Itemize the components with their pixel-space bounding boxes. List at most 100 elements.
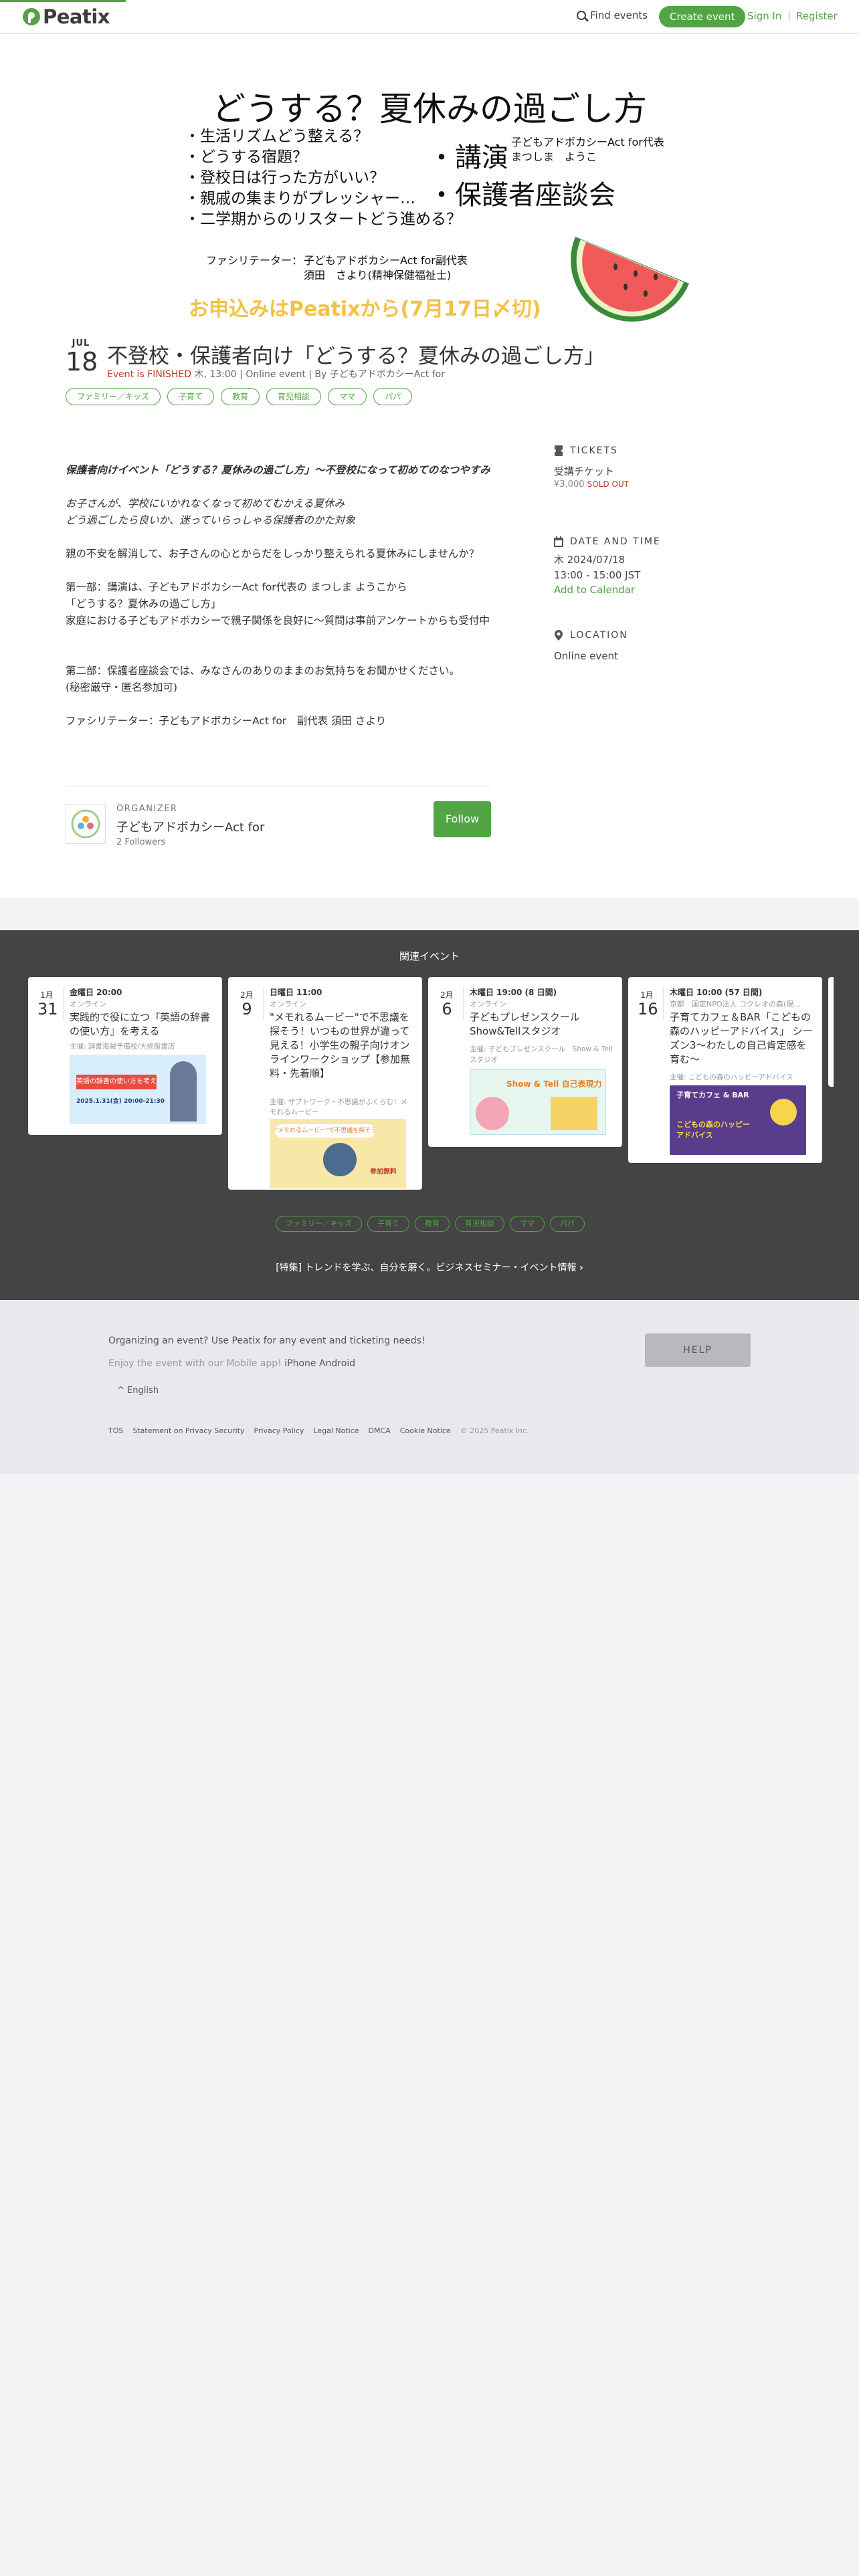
card-title: "メモれるムービー"で不思議を探そう！いつもの世界が違って見える！小学生の親子向…	[270, 1011, 411, 1079]
related-tag[interactable]: 育児相談	[455, 1216, 504, 1232]
ticket-price: ¥3,000	[554, 479, 585, 490]
iphone-label: iPhone	[284, 1358, 316, 1369]
card-place: オンライン	[270, 1000, 306, 1008]
android-app-link[interactable]: Android	[319, 1358, 355, 1369]
banner-question-list: ・生活リズムどう整える？ ・どうする宿題？ ・登校日は行った方がいい？ ・親戚の…	[185, 126, 462, 230]
event-tag[interactable]: 教育	[221, 388, 260, 405]
card-thumbnail: 子育てカフェ & BAR こどもの森のハッピーアドバイス	[670, 1085, 806, 1155]
person-figure	[170, 1061, 197, 1121]
event-tag[interactable]: 子育て	[167, 388, 215, 405]
location-heading: LOCATION	[554, 630, 628, 641]
watermelon-illustration	[571, 237, 689, 322]
event-day: 18	[66, 347, 98, 377]
ticket-icon	[554, 445, 563, 456]
register-link[interactable]: Register	[796, 10, 838, 22]
card-month: 2月	[440, 990, 454, 1000]
related-event-card[interactable]: 2月 6 木曜日 19:00 (8 日間) オンライン 子どもプレゼンスクール S…	[428, 977, 622, 1147]
description-line: ファシリテーター：子どもアドボカシーAct for 副代表 須田 さより	[66, 715, 387, 727]
event-title: 不登校・保護者向け「どうする？夏休みの過ごし方」	[107, 344, 605, 368]
organizer-logo-image	[71, 809, 100, 839]
card-month: 1月	[40, 990, 54, 1000]
card-thumb-text: 英語の辞書の使い方を考える	[76, 1075, 157, 1100]
card-host: 主催: 子どもプレゼンスクール Show & Tellスタジオ	[470, 1045, 613, 1064]
card-divider	[463, 986, 464, 1020]
organizer-label: ORGANIZER	[116, 804, 178, 814]
footer-link[interactable]: TOS	[108, 1426, 123, 1435]
datetime-section: DATE AND TIME 木 2024/07/18 13:00 - 15:00…	[554, 536, 661, 596]
next-card-peek	[828, 977, 834, 1087]
banner-lecture: ・講演	[428, 142, 508, 173]
related-event-card[interactable]: 2月 9 日曜日 11:00 オンライン "メモれるムービー"で不思議を探そう！い…	[228, 977, 422, 1190]
related-tag[interactable]: ママ	[510, 1216, 545, 1232]
footer-link[interactable]: DMCA	[369, 1426, 391, 1435]
event-date: 木 2024/07/18	[554, 554, 626, 566]
related-tag[interactable]: パパ	[550, 1216, 585, 1232]
footer-mobile-text: Enjoy the event with our Mobile app!	[108, 1358, 282, 1369]
related-tag[interactable]: 教育	[415, 1216, 450, 1232]
card-day: 6	[442, 1000, 452, 1018]
card-thumb-text: "メモれるムービー"で不思議を探そう！	[275, 1124, 375, 1138]
create-event-button[interactable]: Create event	[659, 6, 746, 27]
ticket-price-row: ¥3,000 SOLD OUT	[554, 479, 629, 490]
event-banner-image: どうする？夏休みの過ごし方 ・生活リズムどう整える？ ・どうする宿題？ ・登校日…	[162, 66, 697, 322]
description-line: 家庭における子どもアドボカシーで親子関係を良好に〜質問は事前アンケートからも受付…	[66, 615, 490, 627]
card-place: 京都 国定NPO法人 コクレオの森(現…	[670, 1000, 801, 1008]
related-tag[interactable]: 子育て	[367, 1216, 409, 1232]
card-date: 2月 9	[237, 989, 256, 1018]
moon-shape	[770, 1099, 797, 1125]
event-tag[interactable]: 育児相談	[266, 388, 322, 405]
card-place: オンライン	[470, 1000, 506, 1008]
peatix-logo[interactable]: Peatix	[23, 5, 110, 28]
tickets-section: TICKETS 受講チケット ¥3,000 SOLD OUT	[554, 445, 629, 490]
add-to-calendar-link[interactable]: Add to Calendar	[554, 584, 635, 596]
event-meta: Event is FINISHED 木, 13:00 | Online even…	[107, 367, 445, 381]
banner-apply-text: お申込みはPeatixから(7月17日〆切)	[189, 298, 541, 321]
event-status: Event is FINISHED	[107, 369, 192, 380]
banner-question: ・二学期からのリスタートどう進める？	[185, 211, 462, 228]
banner-facilitator-label: ファシリテーター：	[206, 254, 303, 267]
related-event-card[interactable]: 1月 31 金曜日 20:00 オンライン 実践的で役に立つ『英語の辞書の使い方』…	[28, 977, 222, 1135]
iphone-app-link[interactable]: iPhone	[284, 1358, 316, 1369]
find-events-link[interactable]: Find events	[577, 9, 648, 21]
card-day: 31	[37, 1000, 58, 1018]
event-time: 13:00 - 15:00 JST	[554, 569, 641, 581]
language-selector[interactable]: ^ English	[117, 1386, 159, 1396]
banner-question: ・登校日は行った方がいい？	[185, 169, 385, 187]
footer-link[interactable]: Legal Notice	[313, 1426, 359, 1435]
card-time: 木曜日 10:00 (57 日間)	[670, 988, 763, 997]
description-lead: 保護者向けイベント「どうする？夏休みの過ごし方」〜不登校になって初めてのなつやす…	[66, 464, 490, 476]
card-date: 1月 16	[638, 989, 658, 1018]
location-label: LOCATION	[570, 630, 628, 641]
card-day: 9	[242, 1000, 252, 1018]
event-main: どうする？夏休みの過ごし方 ・生活リズムどう整える？ ・どうする宿題？ ・登校日…	[0, 34, 859, 898]
feature-link[interactable]: [特集] トレンドを学ぶ、自分を磨く。ビジネスセミナー・イベント情報 ›	[0, 1261, 859, 1274]
event-tag[interactable]: ファミリー／キッズ	[66, 388, 161, 405]
banner-question: ・親戚の集まりがプレッシャー…	[185, 190, 415, 207]
footer-link[interactable]: Cookie Notice	[400, 1426, 451, 1435]
card-title: 子どもプレゼンスクール Show&Tellスタジオ	[470, 1011, 580, 1037]
follow-button[interactable]: Follow	[434, 801, 491, 837]
footer-link[interactable]: Privacy Policy	[254, 1426, 304, 1435]
footer-link[interactable]: Statement on Privacy Security	[132, 1426, 244, 1435]
card-thumb-sub: こどもの森のハッピーアドバイス	[676, 1120, 750, 1140]
description-line: 第二部：保護者座談会では、みなさんのありのままのお気持ちをお聞かせください。	[66, 665, 460, 677]
organizer-name[interactable]: 子どもアドボカシーAct for	[116, 818, 264, 835]
card-time: 金曜日 20:00	[70, 988, 122, 997]
description-line: 第一部：講演は、子どもアドボカシーAct for代表の まつしま ようこから	[66, 581, 407, 593]
event-tag[interactable]: ママ	[328, 388, 367, 405]
site-footer: Organizing an event? Use Peatix for any …	[0, 1300, 859, 1474]
banner-facilitator-names: 子どもアドボカシーAct for副代表 須田 さより(精神保健福祉士)	[304, 253, 468, 283]
event-description: 保護者向けイベント「どうする？夏休みの過ごし方」〜不登校になって初めてのなつやす…	[66, 462, 491, 730]
find-events-label: Find events	[590, 9, 648, 21]
event-tag[interactable]: パパ	[373, 388, 413, 405]
language-label: English	[127, 1386, 159, 1396]
banner-title: どうする？夏休みの過ごし方	[212, 90, 647, 128]
event-date-badge: JUL 18	[66, 338, 98, 377]
sign-in-link[interactable]: Sign In	[747, 10, 781, 22]
sold-out-badge: SOLD OUT	[587, 479, 630, 489]
help-button[interactable]: HELP	[645, 1333, 751, 1367]
card-day: 16	[638, 1000, 658, 1018]
organizer-logo[interactable]	[66, 804, 106, 844]
related-tag[interactable]: ファミリー／キッズ	[276, 1216, 362, 1232]
related-event-card[interactable]: 1月 16 木曜日 10:00 (57 日間) 京都 国定NPO法人 コクレオの森…	[628, 977, 822, 1163]
